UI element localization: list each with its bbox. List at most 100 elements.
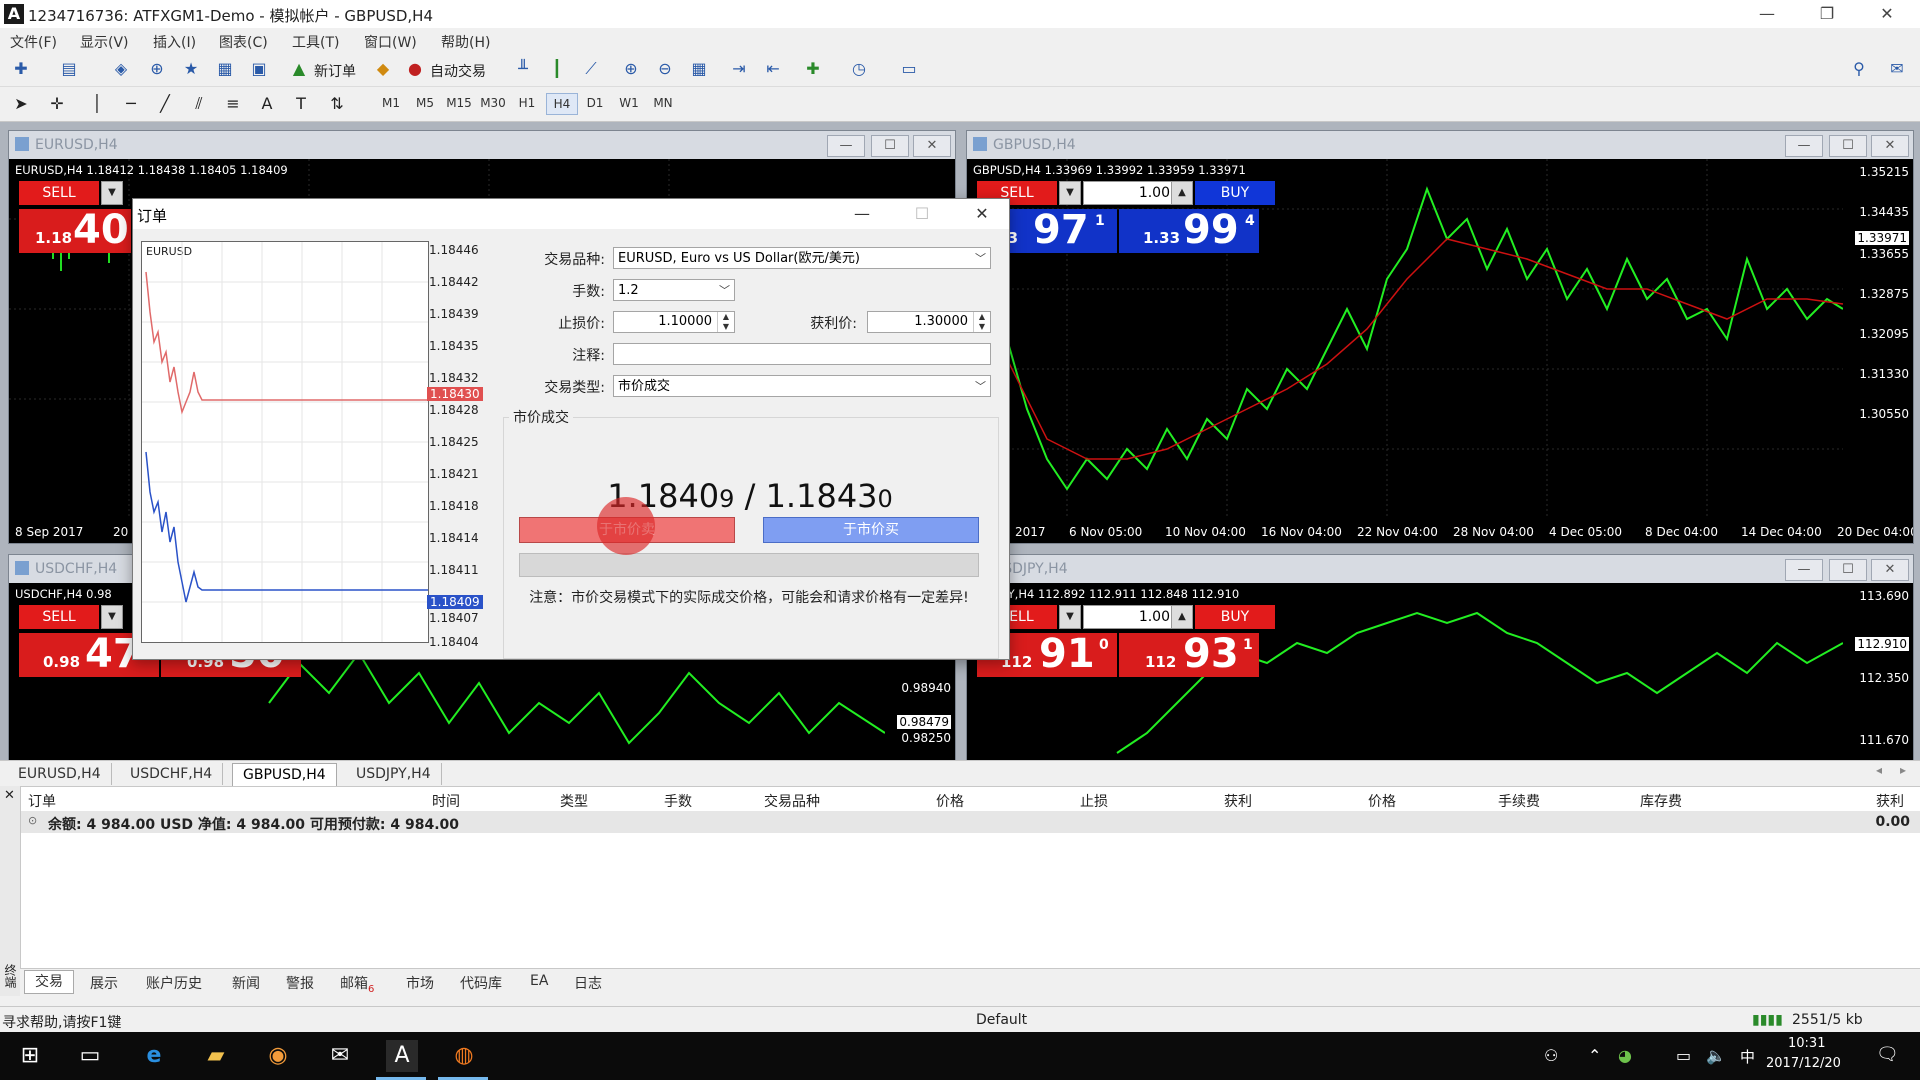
window-minimize-button[interactable]: — — [1744, 2, 1790, 26]
tab-exposure[interactable]: 展示 — [90, 973, 118, 993]
chart-canvas[interactable]: USDJPY,H4 112.892 112.911 112.848 112.91… — [967, 583, 1913, 761]
chart-maximize-button[interactable]: ☐ — [871, 135, 909, 157]
chart-window-gbpusd[interactable]: GBPUSD,H4 — ☐ ✕ GBPUSD,H4 1.33969 1.3399… — [966, 130, 1914, 544]
chat-icon[interactable]: ✉ — [1884, 56, 1910, 82]
text-icon[interactable]: A — [254, 91, 280, 117]
chart-tab-usdjpy[interactable]: USDJPY,H4 — [346, 763, 442, 785]
one-click-sell-button[interactable]: SELL — [19, 605, 99, 629]
candlestick-icon[interactable]: ┃ — [544, 56, 570, 82]
new-order-button[interactable]: 新订单 — [314, 61, 356, 81]
new-order-icon[interactable]: ▲ — [286, 56, 312, 82]
tab-market[interactable]: 市场 — [406, 973, 434, 993]
menu-file[interactable]: 文件(F) — [10, 32, 57, 52]
chart-maximize-button[interactable]: ☐ — [1829, 559, 1867, 581]
one-click-sell-button[interactable]: SELL — [19, 181, 99, 205]
clock-time[interactable]: 10:31 — [1788, 1036, 1825, 1051]
chart-tab-eurusd[interactable]: EURUSD,H4 — [8, 763, 112, 785]
strategy-tester-icon[interactable]: ▣ — [246, 56, 272, 82]
tab-news[interactable]: 新闻 — [232, 973, 260, 993]
people-icon[interactable]: ⚇ — [1544, 1046, 1558, 1065]
tab-scroll-right-icon[interactable]: ▸ — [1900, 763, 1906, 777]
one-click-lots-down[interactable]: ▼ — [1059, 181, 1081, 205]
trendline-icon[interactable]: ╱ — [152, 91, 178, 117]
indicators-icon[interactable]: ✚ — [800, 56, 826, 82]
data-window-icon[interactable]: ⊕ — [144, 56, 170, 82]
tab-account-history[interactable]: 账户历史 — [146, 973, 202, 993]
battery-icon[interactable]: ▭ — [1676, 1046, 1691, 1065]
auto-trading-button[interactable]: 自动交易 — [430, 61, 486, 81]
chart-tab-gbpusd[interactable]: GBPUSD,H4 — [232, 763, 337, 786]
zoom-in-icon[interactable]: ⊕ — [618, 56, 644, 82]
col-time[interactable]: 时间 — [432, 791, 460, 811]
tray-expand-icon[interactable]: ⌃ — [1588, 1046, 1601, 1065]
one-click-lots-down[interactable]: ▼ — [101, 605, 123, 629]
clock-date[interactable]: 2017/12/20 — [1766, 1056, 1841, 1071]
col-commission[interactable]: 手续费 — [1498, 791, 1540, 811]
chart-minimize-button[interactable]: — — [1785, 559, 1823, 581]
arrows-icon[interactable]: ⇅ — [324, 91, 350, 117]
dialog-minimize-button[interactable]: — — [839, 201, 885, 227]
market-watch-icon[interactable]: ◈ — [108, 56, 134, 82]
balance-row[interactable]: ⊙ 余额: 4 984.00 USD 净值: 4 984.00 可用预付款: 4… — [20, 811, 1920, 833]
buy-by-market-button[interactable]: 于市价买 — [763, 517, 979, 543]
symbol-select[interactable]: EURUSD, Euro vs US Dollar(欧元/美元) ﹀ — [613, 247, 991, 269]
order-type-select[interactable]: 市价成交 ﹀ — [613, 375, 991, 397]
tab-alerts[interactable]: 警报 — [286, 973, 314, 993]
tile-windows-icon[interactable]: ▦ — [686, 56, 712, 82]
new-chart-icon[interactable]: ✚ — [8, 56, 34, 82]
chart-canvas[interactable]: GBPUSD,H4 1.33969 1.33992 1.33959 1.3397… — [967, 159, 1913, 543]
horizontal-line-icon[interactable]: ─ — [118, 91, 144, 117]
terminal-close-icon[interactable]: ✕ — [4, 788, 15, 803]
menu-help[interactable]: 帮助(H) — [441, 32, 490, 52]
menu-view[interactable]: 显示(V) — [80, 32, 129, 52]
timeframe-mn[interactable]: MN — [648, 96, 678, 110]
timeframe-m30[interactable]: M30 — [478, 96, 508, 110]
spinner-arrows-icon[interactable]: ▲ ▼ — [973, 312, 990, 332]
line-chart-icon[interactable]: ⟋ — [578, 56, 604, 82]
take-profit-input[interactable]: 1.30000 ▲ ▼ — [867, 311, 991, 333]
timeframe-w1[interactable]: W1 — [614, 96, 644, 110]
one-click-lots-input[interactable]: 1.00 — [1083, 181, 1177, 205]
col-price[interactable]: 价格 — [936, 791, 964, 811]
chart-minimize-button[interactable]: — — [1785, 135, 1823, 157]
templates-icon[interactable]: ▭ — [896, 56, 922, 82]
status-profile[interactable]: Default — [976, 1012, 1027, 1028]
dialog-close-button[interactable]: ✕ — [959, 201, 1005, 227]
mail-app-icon[interactable]: ✉ — [324, 1040, 356, 1072]
chart-close-button[interactable]: ✕ — [1871, 559, 1909, 581]
file-explorer-icon[interactable]: ▰ — [200, 1040, 232, 1072]
timeframe-h4[interactable]: H4 — [546, 93, 578, 115]
col-current-price[interactable]: 价格 — [1368, 791, 1396, 811]
tab-journal[interactable]: 日志 — [574, 973, 602, 993]
metatrader-taskbar-icon[interactable]: A — [386, 1040, 418, 1072]
metaeditor-icon[interactable]: ◆ — [370, 56, 396, 82]
zoom-out-icon[interactable]: ⊖ — [652, 56, 678, 82]
tab-code-base[interactable]: 代码库 — [460, 973, 502, 993]
one-click-buy-button[interactable]: BUY — [1195, 605, 1275, 629]
bar-chart-icon[interactable]: ╨ — [510, 56, 536, 82]
volume-icon[interactable]: 🔈 — [1706, 1046, 1726, 1065]
text-label-icon[interactable]: T — [288, 91, 314, 117]
col-sl[interactable]: 止损 — [1080, 791, 1108, 811]
chart-minimize-button[interactable]: — — [827, 135, 865, 157]
auto-scroll-icon[interactable]: ⇥ — [726, 56, 752, 82]
one-click-lots-up[interactable]: ▲ — [1171, 181, 1193, 205]
chart-close-button[interactable]: ✕ — [913, 135, 951, 157]
chart-maximize-button[interactable]: ☐ — [1829, 135, 1867, 157]
timeframe-h1[interactable]: H1 — [512, 96, 542, 110]
one-click-buy-price[interactable]: 112 93 1 — [1119, 631, 1259, 677]
navigator-icon[interactable]: ★ — [178, 56, 204, 82]
menu-charts[interactable]: 图表(C) — [219, 32, 268, 52]
col-volume[interactable]: 手数 — [664, 791, 692, 811]
channel-icon[interactable]: ⫽ — [186, 91, 212, 117]
one-click-lots-up[interactable]: ▲ — [1171, 605, 1193, 629]
chart-shift-icon[interactable]: ⇤ — [760, 56, 786, 82]
browser-app-icon[interactable]: ◉ — [262, 1040, 294, 1072]
one-click-lots-down[interactable]: ▼ — [1059, 605, 1081, 629]
one-click-buy-price[interactable]: 1.33 99 4 — [1119, 207, 1259, 253]
timeframe-d1[interactable]: D1 — [580, 96, 610, 110]
window-restore-button[interactable]: ❐ — [1804, 2, 1850, 26]
window-close-button[interactable]: ✕ — [1864, 2, 1910, 26]
menu-insert[interactable]: 插入(I) — [153, 32, 196, 52]
col-type[interactable]: 类型 — [560, 791, 588, 811]
